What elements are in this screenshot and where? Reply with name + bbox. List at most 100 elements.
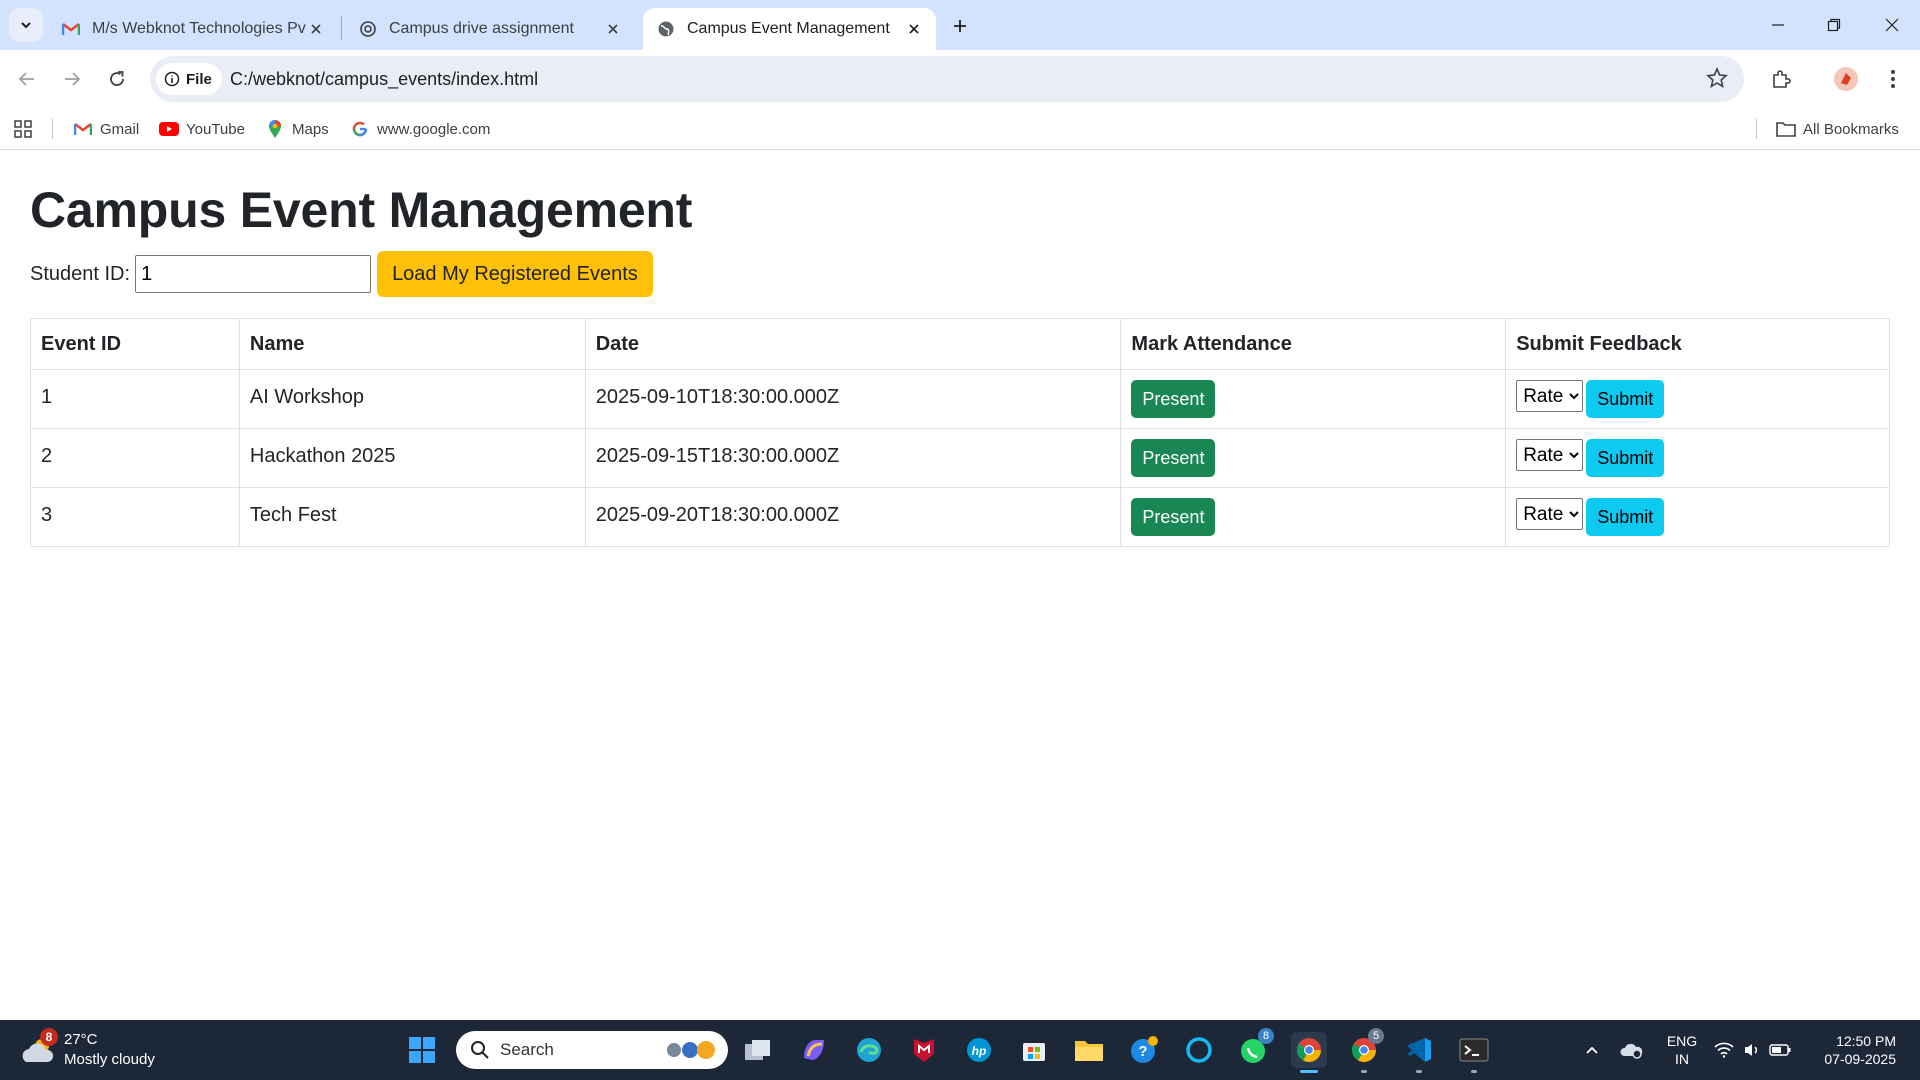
table-row: 1 AI Workshop 2025-09-10T18:30:00.000Z P… [30, 369, 1890, 429]
rating-select[interactable]: Rate [1516, 439, 1584, 471]
new-tab-button[interactable] [944, 10, 976, 42]
store-button[interactable] [1016, 1032, 1052, 1068]
site-info-chip[interactable]: File [156, 63, 222, 95]
submit-feedback-button[interactable]: Submit [1586, 498, 1665, 536]
event-date-cell: 2025-09-20T18:30:00.000Z [584, 487, 1122, 547]
student-id-row: Student ID: Load My Registered Events [30, 251, 653, 297]
events-table: Event ID Name Date Mark Attendance Submi… [30, 318, 1890, 547]
hp-icon: hp [967, 1038, 991, 1062]
system-clock[interactable]: 12:50 PM 07-09-2025 [1816, 1032, 1896, 1068]
bookmark-star-button[interactable] [1706, 66, 1730, 91]
chrome-profile-button[interactable]: 5 [1346, 1028, 1384, 1073]
rating-select[interactable]: Rate [1516, 498, 1584, 530]
student-id-input[interactable] [135, 255, 372, 293]
svg-text:hp: hp [972, 1044, 987, 1058]
event-id-cell: 3 [30, 487, 240, 547]
volume-status[interactable] [1738, 1032, 1766, 1068]
bookmark-label: www.google.com [377, 120, 491, 138]
browser-menu-button[interactable] [1876, 62, 1910, 96]
tab-campus-event-management[interactable]: Campus Event Management [643, 8, 936, 50]
submit-feedback-button[interactable]: Submit [1586, 439, 1665, 477]
help-button[interactable]: ? [1126, 1032, 1162, 1068]
table-row: 2 Hackathon 2025 2025-09-15T18:30:00.000… [30, 428, 1890, 488]
vscode-button[interactable] [1401, 1032, 1437, 1073]
present-button[interactable]: Present [1131, 380, 1216, 418]
file-explorer-button[interactable] [1071, 1032, 1107, 1068]
terminal-button[interactable] [1456, 1032, 1492, 1073]
present-button[interactable]: Present [1131, 498, 1216, 536]
feedback-cell: Rate Submit [1505, 428, 1890, 488]
tab-title: Campus drive assignment [389, 20, 574, 37]
apps-button[interactable] [14, 117, 32, 141]
bookmark-google[interactable]: www.google.com [350, 117, 490, 141]
forward-button[interactable] [55, 62, 89, 96]
google-icon [350, 119, 370, 139]
browser-toolbar: File C:/webknot/campus_events/index.html [0, 50, 1920, 108]
taskbar: 8 27°C Mostly cloudy Search hp ? 8 5 ENG… [0, 1020, 1920, 1080]
weather-widget[interactable]: 8 27°C Mostly cloudy [20, 1028, 155, 1070]
table-row: 3 Tech Fest 2025-09-20T18:30:00.000Z Pre… [30, 487, 1890, 547]
student-id-label: Student ID: [30, 262, 131, 285]
bookmark-maps[interactable]: Maps [265, 117, 329, 141]
youtube-icon [159, 119, 179, 139]
copilot-button[interactable] [796, 1032, 832, 1068]
file-chip-label: File [186, 70, 212, 88]
mcafee-button[interactable] [906, 1032, 942, 1068]
chrome-button-active[interactable] [1291, 1032, 1327, 1073]
extensions-button[interactable] [1764, 62, 1798, 96]
alexa-button[interactable] [1181, 1032, 1217, 1068]
help-icon: ? [1131, 1036, 1158, 1063]
all-bookmarks-button[interactable]: All Bookmarks [1776, 117, 1899, 141]
address-bar[interactable]: File C:/webknot/campus_events/index.html [150, 56, 1744, 102]
submit-feedback-button[interactable]: Submit [1586, 380, 1665, 418]
feedback-cell: Rate Submit [1505, 487, 1890, 547]
close-tab-icon[interactable] [904, 19, 924, 39]
clock-time: 12:50 PM [1836, 1033, 1896, 1049]
back-button[interactable] [10, 62, 44, 96]
profile-avatar[interactable] [1829, 62, 1863, 96]
event-id-cell: 2 [30, 428, 240, 488]
cloud-sync-icon [1620, 1043, 1643, 1059]
speaker-icon [1745, 1044, 1758, 1056]
search-label: Search [500, 1040, 554, 1059]
event-name-cell: AI Workshop [238, 369, 586, 429]
store-icon [1023, 1043, 1045, 1061]
chrome-profile-badge: 5 [1368, 1028, 1384, 1044]
start-button[interactable] [404, 1032, 440, 1068]
wifi-status[interactable] [1710, 1032, 1738, 1068]
url-text: C:/webknot/campus_events/index.html [230, 69, 539, 89]
bookmark-label: Maps [292, 120, 329, 138]
taskbar-search[interactable]: Search [456, 1031, 728, 1069]
edge-button[interactable] [851, 1032, 887, 1068]
weather-condition: Mostly cloudy [64, 1051, 155, 1068]
bookmark-youtube[interactable]: YouTube [159, 117, 245, 141]
terminal-icon [1459, 1038, 1489, 1062]
close-tab-icon[interactable] [603, 19, 623, 39]
restore-icon [1827, 18, 1841, 32]
close-window-button[interactable] [1864, 0, 1920, 50]
reload-button[interactable] [100, 62, 134, 96]
present-button[interactable]: Present [1131, 439, 1216, 477]
tab-campus-drive[interactable]: Campus drive assignment [345, 8, 635, 50]
input-language-indicator[interactable]: ENG IN [1664, 1032, 1700, 1068]
tab-separator [341, 16, 342, 40]
show-hidden-icons-button[interactable] [1574, 1032, 1610, 1068]
minimize-button[interactable] [1750, 0, 1806, 50]
windows-icon [409, 1037, 435, 1063]
whatsapp-button[interactable]: 8 [1236, 1028, 1274, 1068]
event-name-cell: Tech Fest [238, 487, 586, 547]
tab-gmail[interactable]: M/s Webknot Technologies Pvt [48, 8, 338, 50]
chatgpt-icon [359, 20, 377, 38]
tab-search-button[interactable] [9, 8, 43, 42]
lang-code: ENG [1666, 1033, 1698, 1049]
rating-select[interactable]: Rate [1516, 380, 1584, 412]
close-tab-icon[interactable] [306, 19, 326, 39]
svg-text:?: ? [1138, 1043, 1147, 1060]
task-view-button[interactable] [740, 1032, 776, 1068]
hp-button[interactable]: hp [961, 1032, 997, 1068]
restore-button[interactable] [1806, 0, 1862, 50]
load-events-button[interactable]: Load My Registered Events [377, 251, 653, 297]
bookmark-gmail[interactable]: Gmail [73, 117, 139, 141]
onedrive-button[interactable] [1614, 1032, 1650, 1068]
battery-status[interactable] [1766, 1032, 1794, 1068]
